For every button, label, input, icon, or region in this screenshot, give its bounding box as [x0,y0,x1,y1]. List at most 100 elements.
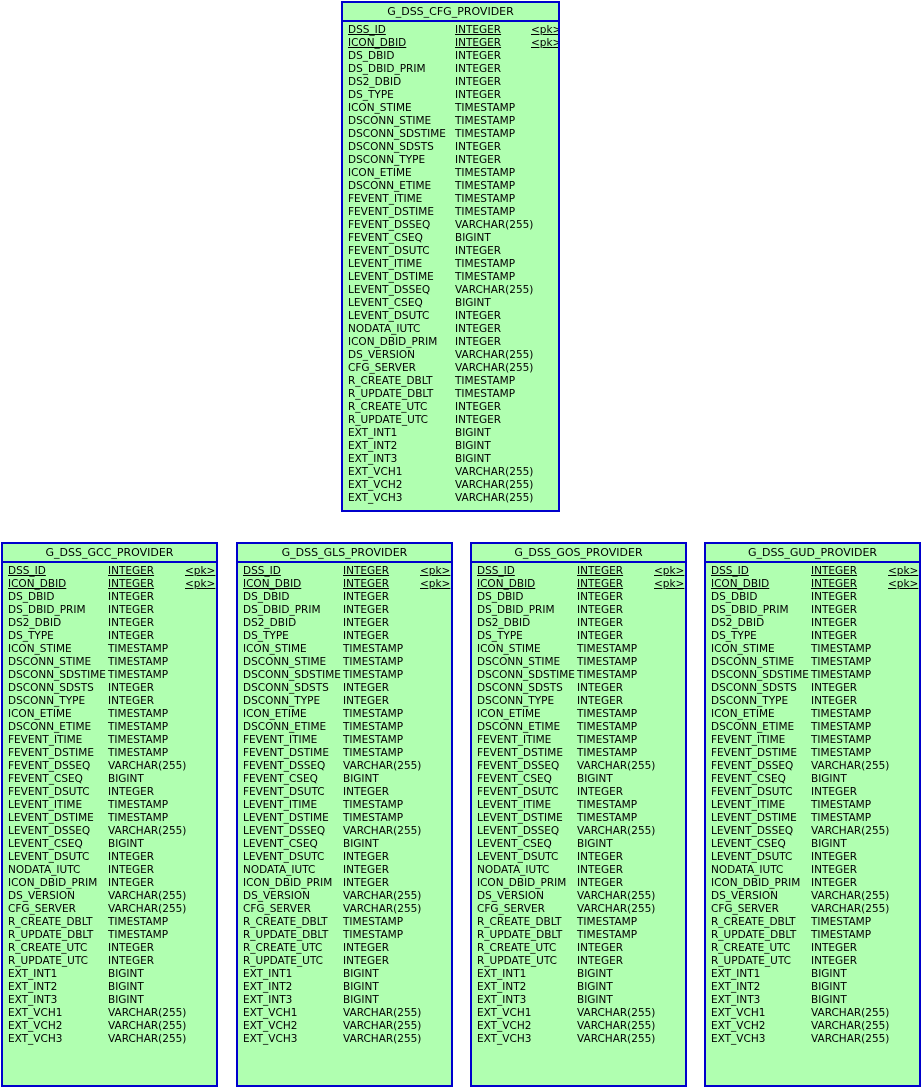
attribute-name: CFG_SERVER [477,903,545,915]
attribute-name: EXT_VCH1 [348,466,403,478]
primary-key-marker: <pk> [185,565,216,577]
attribute-row: R_CREATE_UTC INTEGER [343,401,558,414]
attribute-row: DSS_ID INTEGER <pk> [343,24,558,37]
attribute-name: EXT_VCH3 [8,1033,63,1045]
attribute-type: TIMESTAMP [577,643,638,655]
attribute-type: BIGINT [343,773,379,785]
entity-g-dss-gls-provider[interactable]: G_DSS_GLS_PROVIDER DSS_ID INTEGER <pk> ICON… [236,542,453,1087]
attribute-type: BIGINT [455,232,491,244]
attribute-row: NODATA_IUTC INTEGER [706,864,919,877]
attribute-type: INTEGER [455,89,502,101]
attribute-name: EXT_INT1 [711,968,761,980]
attribute-row: LEVENT_DSTIME TIMESTAMP [472,812,685,825]
attribute-row: LEVENT_ITIME TIMESTAMP [238,799,451,812]
attribute-type: INTEGER [343,630,390,642]
attribute-type: BIGINT [577,981,613,993]
attribute-name: EXT_INT3 [711,994,761,1006]
attribute-row: LEVENT_DSTIME TIMESTAMP [238,812,451,825]
attribute-type: TIMESTAMP [811,929,872,941]
attribute-row: R_CREATE_UTC INTEGER [238,942,451,955]
attribute-name: EXT_INT2 [8,981,58,993]
attribute-type: BIGINT [343,994,379,1006]
attribute-row: R_UPDATE_UTC INTEGER [238,955,451,968]
attribute-type: INTEGER [108,942,155,954]
attribute-type: VARCHAR(255) [455,284,534,296]
attribute-row: DS_DBID INTEGER [343,50,558,63]
attribute-type: VARCHAR(255) [811,1007,890,1019]
attribute-name: LEVENT_ITIME [477,799,552,811]
attribute-name: DSCONN_TYPE [711,695,789,707]
attribute-row: DS_DBID INTEGER [238,591,451,604]
attribute-name: DS_VERSION [8,890,75,902]
attribute-row: DSCONN_SDSTIME TIMESTAMP [238,669,451,682]
attribute-type: TIMESTAMP [811,747,872,759]
attribute-name: FEVENT_DSSEQ [8,760,91,772]
primary-key-marker: <pk> [888,565,919,577]
attribute-type: TIMESTAMP [455,193,516,205]
attribute-name: DS_TYPE [8,630,54,642]
attribute-type: VARCHAR(255) [577,903,656,915]
attribute-name: FEVENT_DSTIME [711,747,797,759]
entity-title: G_DSS_GCC_PROVIDER [3,544,216,563]
attribute-type: TIMESTAMP [577,799,638,811]
attribute-type: BIGINT [108,968,144,980]
attribute-row: DSCONN_STIME TIMESTAMP [343,115,558,128]
attribute-type: INTEGER [343,682,390,694]
attribute-type: VARCHAR(255) [577,760,656,772]
attribute-type: INTEGER [343,942,390,954]
attribute-name: DS_DBID_PRIM [8,604,86,616]
attribute-type: TIMESTAMP [108,747,169,759]
attribute-row: NODATA_IUTC INTEGER [472,864,685,877]
attribute-row: ICON_DBID_PRIM INTEGER [238,877,451,890]
attribute-row: EXT_VCH3 VARCHAR(255) [238,1033,451,1046]
attribute-row: DSCONN_SDSTIME TIMESTAMP [472,669,685,682]
attribute-type: INTEGER [577,591,624,603]
attribute-name: FEVENT_DSUTC [711,786,793,798]
attribute-name: EXT_VCH2 [477,1020,532,1032]
attribute-type: TIMESTAMP [108,656,169,668]
entity-g-dss-cfg-provider[interactable]: G_DSS_CFG_PROVIDER DSS_ID INTEGER <pk> ICON… [341,1,560,512]
attribute-type: INTEGER [811,630,858,642]
attribute-row: CFG_SERVER VARCHAR(255) [238,903,451,916]
attribute-type: TIMESTAMP [108,799,169,811]
attribute-name: CFG_SERVER [711,903,779,915]
attribute-name: FEVENT_DSSEQ [348,219,431,231]
attribute-row: CFG_SERVER VARCHAR(255) [472,903,685,916]
attribute-name: EXT_INT2 [243,981,293,993]
attribute-type: INTEGER [811,604,858,616]
attribute-type: BIGINT [455,440,491,452]
attribute-row: R_UPDATE_UTC INTEGER [706,955,919,968]
attribute-name: LEVENT_DSTIME [348,271,434,283]
attribute-type: BIGINT [108,838,144,850]
attribute-name: EXT_INT2 [477,981,527,993]
attribute-name: R_UPDATE_UTC [243,955,323,967]
attribute-row: EXT_VCH1 VARCHAR(255) [472,1007,685,1020]
attribute-row: LEVENT_DSUTC INTEGER [472,851,685,864]
attribute-name: DSCONN_SDSTIME [243,669,341,681]
attribute-row: FEVENT_DSSEQ VARCHAR(255) [472,760,685,773]
attribute-name: EXT_VCH1 [477,1007,532,1019]
attribute-row: LEVENT_DSSEQ VARCHAR(255) [706,825,919,838]
attribute-name: LEVENT_DSTIME [243,812,329,824]
attribute-name: ICON_ETIME [348,167,412,179]
attribute-name: LEVENT_DSUTC [243,851,325,863]
attribute-row: ICON_DBID_PRIM INTEGER [3,877,216,890]
attribute-type: TIMESTAMP [577,747,638,759]
attribute-name: LEVENT_DSSEQ [8,825,91,837]
entity-g-dss-gud-provider[interactable]: G_DSS_GUD_PROVIDER DSS_ID INTEGER <pk> ICON… [704,542,921,1087]
attribute-type: TIMESTAMP [343,799,404,811]
attribute-name: LEVENT_CSEQ [711,838,786,850]
attribute-row: LEVENT_DSTIME TIMESTAMP [706,812,919,825]
attribute-row: ICON_STIME TIMESTAMP [343,102,558,115]
attribute-type: TIMESTAMP [108,734,169,746]
attribute-type: VARCHAR(255) [455,466,534,478]
attribute-row: DSCONN_STIME TIMESTAMP [238,656,451,669]
attribute-name: R_UPDATE_DBLT [477,929,563,941]
entity-g-dss-gcc-provider[interactable]: G_DSS_GCC_PROVIDER DSS_ID INTEGER <pk> ICON… [1,542,218,1087]
attribute-name: EXT_INT2 [348,440,398,452]
attribute-name: FEVENT_ITIME [477,734,552,746]
attribute-row: DS2_DBID INTEGER [238,617,451,630]
attribute-row: FEVENT_CSEQ BIGINT [472,773,685,786]
attribute-name: ICON_ETIME [8,708,72,720]
entity-g-dss-gos-provider[interactable]: G_DSS_GOS_PROVIDER DSS_ID INTEGER <pk> ICON… [470,542,687,1087]
